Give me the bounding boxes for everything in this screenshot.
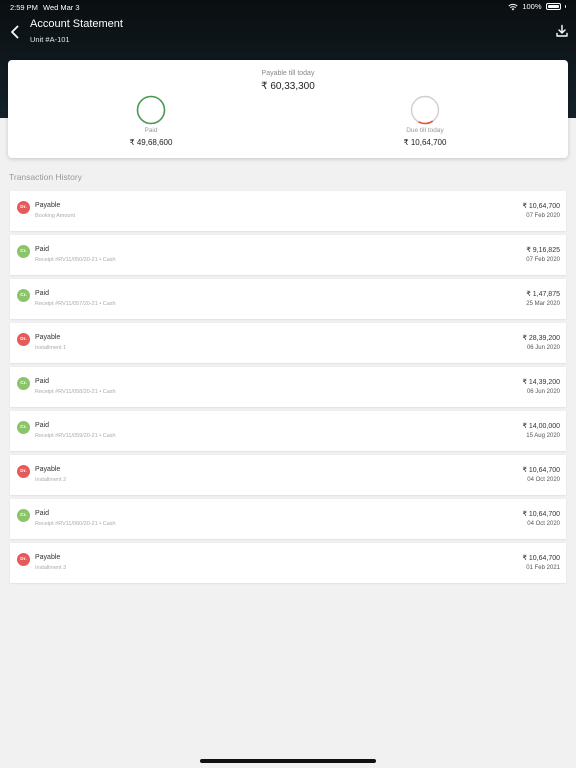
transaction-row[interactable]: Cr. Paid Receipt #RV11/060/20-21 • Cash ₹ 1… <box>10 499 566 539</box>
due-arc <box>410 95 440 125</box>
transaction-amount: ₹ 14,39,200 <box>522 379 560 386</box>
transaction-history-title: Transaction History <box>9 172 82 182</box>
summary-card: Payable till today ₹ 60,33,300 Paid ₹ 49… <box>8 60 568 158</box>
transaction-amount: ₹ 9,16,825 <box>526 247 560 254</box>
credit-badge: Cr. <box>17 377 30 390</box>
transaction-description: Receipt #RV11/050/20-21 • Cash <box>35 257 116 263</box>
transaction-date: 15 Aug 2020 <box>526 433 560 439</box>
credit-badge: Cr. <box>17 509 30 522</box>
transaction-description: Booking Amount <box>35 213 76 219</box>
transaction-description: Receipt #RV11/058/20-21 • Cash <box>35 389 116 395</box>
transaction-list: Dr. Payable Booking Amount ₹ 10,64,700 07 Fe… <box>10 191 566 587</box>
transaction-description: Installment 2 <box>35 477 67 483</box>
transaction-row[interactable]: Cr. Paid Receipt #RV11/057/20-21 • Cash ₹ 1… <box>10 279 566 319</box>
battery-percent: 100% <box>522 2 542 11</box>
transaction-description: Installment 3 <box>35 565 67 571</box>
chevron-left-icon <box>10 25 18 39</box>
credit-badge: Cr. <box>17 421 30 434</box>
transaction-amount: ₹ 10,64,700 <box>522 555 560 562</box>
battery-icon <box>545 3 561 10</box>
transaction-row[interactable]: Dr. Payable Installment 1 ₹ 28,39,200 06 Jun… <box>10 323 566 363</box>
debit-badge: Dr. <box>17 553 30 566</box>
transaction-type: Paid <box>35 246 50 253</box>
transaction-date: 01 Feb 2021 <box>526 565 560 571</box>
transaction-date: 25 Mar 2020 <box>526 301 560 307</box>
transaction-description: Receipt #RV11/057/20-21 • Cash <box>35 301 116 307</box>
transaction-type: Payable <box>35 334 61 341</box>
credit-badge: Cr. <box>17 289 30 302</box>
transaction-amount: ₹ 14,00,000 <box>522 423 560 430</box>
debit-badge: Dr. <box>17 201 30 214</box>
transaction-type: Payable <box>35 202 61 209</box>
transaction-row[interactable]: Cr. Paid Receipt #RV11/050/20-21 • Cash ₹ 9… <box>10 235 566 275</box>
transaction-date: 04 Oct 2020 <box>527 521 560 527</box>
debit-badge: Dr. <box>17 465 30 478</box>
transaction-row[interactable]: Dr. Payable Installment 2 ₹ 10,64,700 04 Oct… <box>10 455 566 495</box>
transaction-description: Installment 1 <box>35 345 67 351</box>
battery-tip <box>564 5 566 8</box>
due-value: ₹ 10,64,700 <box>403 138 447 147</box>
transaction-date: 07 Feb 2020 <box>526 257 560 263</box>
paid-value: ₹ 49,68,600 <box>129 138 173 147</box>
transaction-row[interactable]: Dr. Payable Booking Amount ₹ 10,64,700 07 Fe… <box>10 191 566 231</box>
transaction-date: 06 Jun 2020 <box>526 389 560 395</box>
transaction-description: Receipt #RV11/059/20-21 • Cash <box>35 433 116 439</box>
page-title: Account Statement <box>30 18 123 30</box>
credit-badge: Cr. <box>17 245 30 258</box>
status-time: 2:59 PM <box>10 3 38 12</box>
paid-label: Paid <box>144 127 158 134</box>
payable-value: ₹ 60,33,300 <box>261 81 315 92</box>
due-label: Due till today <box>406 127 444 134</box>
status-right: 100% <box>508 2 566 11</box>
transaction-amount: ₹ 28,39,200 <box>522 335 560 342</box>
download-icon <box>556 24 568 37</box>
wifi-icon <box>508 3 518 10</box>
paid-arc <box>136 95 166 125</box>
payable-label: Payable till today <box>261 70 315 77</box>
transaction-amount: ₹ 10,64,700 <box>522 511 560 518</box>
transaction-row[interactable]: Dr. Payable Installment 3 ₹ 10,64,700 01 Feb… <box>10 543 566 583</box>
transaction-description: Receipt #RV11/060/20-21 • Cash <box>35 521 116 527</box>
transaction-date: 06 Jun 2020 <box>526 345 560 351</box>
home-indicator[interactable] <box>200 759 376 763</box>
transaction-type: Paid <box>35 422 50 429</box>
status-bar: 2:59 PM Wed Mar 3 100% <box>0 0 576 14</box>
debit-badge: Dr. <box>17 333 30 346</box>
status-date: Wed Mar 3 <box>43 3 80 12</box>
download-button[interactable] <box>555 24 569 38</box>
transaction-row[interactable]: Cr. Paid Receipt #RV11/059/20-21 • Cash ₹ 1… <box>10 411 566 451</box>
transaction-row[interactable]: Cr. Paid Receipt #RV11/058/20-21 • Cash ₹ 1… <box>10 367 566 407</box>
transaction-date: 04 Oct 2020 <box>527 477 560 483</box>
back-button[interactable] <box>6 22 22 42</box>
transaction-amount: ₹ 10,64,700 <box>522 467 560 474</box>
unit-subtitle: Unit #A-101 <box>30 35 70 44</box>
transaction-type: Paid <box>35 290 50 297</box>
transaction-type: Payable <box>35 554 61 561</box>
transaction-amount: ₹ 1,47,875 <box>526 291 560 298</box>
transaction-date: 07 Feb 2020 <box>526 213 560 219</box>
transaction-amount: ₹ 10,64,700 <box>522 203 560 210</box>
transaction-type: Paid <box>35 378 50 385</box>
paid-progress-ring <box>136 95 166 125</box>
transaction-type: Payable <box>35 466 61 473</box>
due-progress-ring <box>410 95 440 125</box>
transaction-type: Paid <box>35 510 50 517</box>
